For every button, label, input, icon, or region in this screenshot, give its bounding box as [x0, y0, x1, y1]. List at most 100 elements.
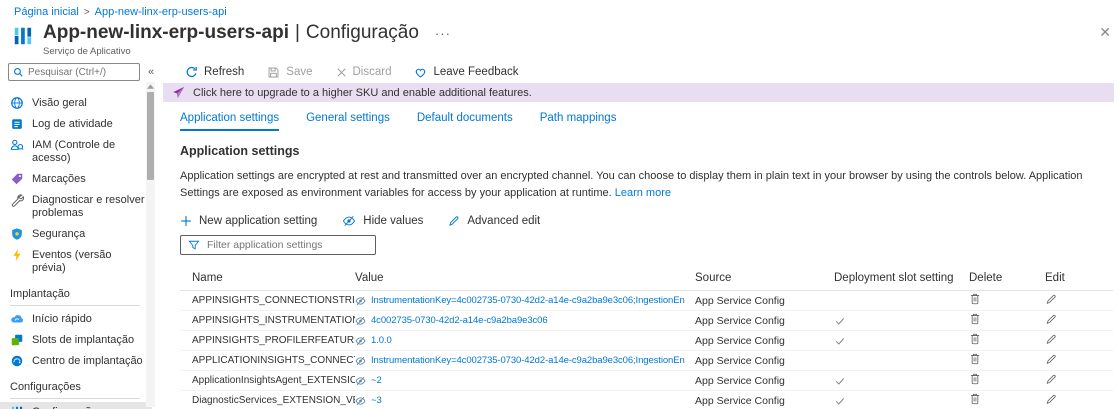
- sidebar-section-configuracoes: Configurações: [0, 372, 152, 396]
- breadcrumb-current[interactable]: App-new-linx-erp-users-api: [95, 6, 227, 18]
- hide-values-label: Hide values: [363, 215, 423, 227]
- refresh-label: Refresh: [204, 66, 244, 78]
- upgrade-banner[interactable]: Click here to upgrade to a higher SKU an…: [163, 83, 1114, 102]
- security-icon: [10, 227, 24, 241]
- table-row: DiagnosticServices_EXTENSION_VERSION ~3 …: [180, 391, 1113, 409]
- delete-icon[interactable]: [969, 292, 981, 305]
- slot-setting-cell: [828, 295, 963, 307]
- edit-icon[interactable]: [1045, 373, 1057, 385]
- sidebar-item-visao-geral[interactable]: Visão geral: [0, 93, 152, 114]
- setting-value[interactable]: ~2: [355, 375, 685, 386]
- filter-application-settings[interactable]: [180, 235, 376, 255]
- edit-icon[interactable]: [1045, 393, 1057, 405]
- delete-icon[interactable]: [969, 352, 981, 365]
- setting-source: App Service Config: [685, 375, 828, 387]
- value-eye-icon: [355, 316, 366, 326]
- access-control-icon: [10, 138, 24, 152]
- discard-button[interactable]: Discard: [336, 66, 392, 78]
- check-icon: [834, 335, 963, 347]
- command-bar: Refresh Save Discard Leave Feedback: [185, 63, 519, 81]
- learn-more-link[interactable]: Learn more: [615, 187, 671, 199]
- sidebar-item-diagnosticar[interactable]: Diagnosticar e resolver problemas: [0, 190, 152, 224]
- sidebar-search[interactable]: [8, 63, 140, 81]
- pencil-icon: [448, 215, 460, 227]
- section-heading: Application settings: [180, 144, 1119, 158]
- breadcrumb-home[interactable]: Página inicial: [14, 6, 79, 18]
- leave-feedback-button[interactable]: Leave Feedback: [414, 66, 518, 79]
- deployment-center-icon: [10, 354, 24, 368]
- configuration-icon: [10, 405, 24, 409]
- setting-value[interactable]: InstrumentationKey=4c002735-0730-42d2-a1…: [355, 295, 685, 306]
- setting-name: APPINSIGHTS_PROFILERFEATURE_VERSION: [180, 335, 355, 346]
- table-row: APPINSIGHTS_CONNECTIONSTRING Instrumenta…: [180, 291, 1113, 311]
- delete-icon[interactable]: [969, 332, 981, 345]
- delete-icon[interactable]: [969, 372, 981, 385]
- save-icon: [267, 66, 280, 79]
- app-service-icon: [12, 25, 34, 47]
- save-button[interactable]: Save: [267, 66, 312, 79]
- scrollbar-up-icon[interactable]: [147, 84, 154, 89]
- sidebar-item-slots-implantacao[interactable]: Slots de implantação: [0, 330, 152, 351]
- eye-slash-icon: [342, 215, 356, 227]
- column-header-source: Source: [685, 272, 828, 284]
- value-eye-icon: [355, 396, 366, 406]
- setting-value[interactable]: 1.0.0: [355, 335, 685, 346]
- scrollbar-thumb[interactable]: [147, 92, 154, 180]
- tab-general-settings[interactable]: General settings: [306, 112, 390, 131]
- divider: [10, 398, 140, 399]
- refresh-button[interactable]: Refresh: [185, 66, 244, 79]
- more-menu-button[interactable]: ···: [435, 26, 451, 41]
- edit-icon[interactable]: [1045, 333, 1057, 345]
- tab-default-documents[interactable]: Default documents: [417, 112, 513, 131]
- deployment-slots-icon: [10, 333, 24, 347]
- sidebar-item-label: Log de atividade: [32, 118, 113, 131]
- advanced-edit-button[interactable]: Advanced edit: [448, 215, 540, 227]
- edit-icon[interactable]: [1045, 313, 1057, 325]
- azure-portal-page: Página inicial > App-new-linx-erp-users-…: [0, 0, 1119, 409]
- delete-icon[interactable]: [969, 392, 981, 405]
- edit-icon[interactable]: [1045, 353, 1057, 365]
- setting-source: App Service Config: [685, 335, 828, 347]
- close-icon[interactable]: ✕: [1099, 25, 1111, 39]
- application-settings-table: Name Value Source Deployment slot settin…: [180, 265, 1113, 409]
- new-application-setting-button[interactable]: New application setting: [180, 215, 317, 227]
- sidebar-scrollbar[interactable]: [146, 82, 155, 407]
- title-separator: |: [295, 22, 300, 44]
- value-text: 1.0.0: [371, 335, 392, 346]
- delete-icon[interactable]: [969, 312, 981, 325]
- upgrade-banner-text: Click here to upgrade to a higher SKU an…: [193, 87, 532, 99]
- page-subtitle: Serviço de Aplicativo: [43, 46, 451, 57]
- search-input[interactable]: [28, 67, 135, 78]
- sidebar-item-inicio-rapido[interactable]: Início rápido: [0, 309, 152, 330]
- setting-value[interactable]: InstrumentationKey=4c002735-0730-42d2-a1…: [355, 355, 685, 366]
- sidebar-item-label: Início rápido: [32, 313, 92, 326]
- edit-icon[interactable]: [1045, 293, 1057, 305]
- value-text: 4c002735-0730-42d2-a14e-c9a2ba9e3c06: [371, 315, 548, 326]
- save-label: Save: [286, 66, 312, 78]
- sidebar-item-configuracao[interactable]: Configuração: [0, 402, 152, 409]
- setting-source: App Service Config: [685, 315, 828, 327]
- setting-value[interactable]: 4c002735-0730-42d2-a14e-c9a2ba9e3c06: [355, 315, 685, 326]
- slot-setting-cell: [828, 315, 963, 327]
- sidebar-item-iam[interactable]: IAM (Controle de acesso): [0, 135, 152, 169]
- tab-path-mappings[interactable]: Path mappings: [540, 112, 617, 131]
- value-text: InstrumentationKey=4c002735-0730-42d2-a1…: [371, 295, 685, 306]
- check-icon: [834, 375, 963, 387]
- value-eye-icon: [355, 376, 366, 386]
- sidebar-collapse-button[interactable]: «: [148, 66, 154, 78]
- tags-icon: [10, 172, 24, 186]
- sidebar-item-label: Visão geral: [32, 97, 87, 110]
- new-setting-label: New application setting: [199, 215, 317, 227]
- setting-name: DiagnosticServices_EXTENSION_VERSION: [180, 395, 355, 406]
- setting-value[interactable]: ~3: [355, 395, 685, 406]
- sidebar-item-log-atividade[interactable]: Log de atividade: [0, 114, 152, 135]
- sidebar-item-centro-implantacao[interactable]: Centro de implantação: [0, 351, 152, 372]
- sidebar-section-implantacao: Implantação: [0, 279, 152, 303]
- filter-input[interactable]: [207, 239, 368, 251]
- value-eye-icon: [355, 336, 366, 346]
- tab-application-settings[interactable]: Application settings: [180, 112, 279, 131]
- sidebar-item-seguranca[interactable]: Segurança: [0, 224, 152, 245]
- hide-values-button[interactable]: Hide values: [342, 215, 423, 227]
- sidebar-item-marcacoes[interactable]: Marcações: [0, 169, 152, 190]
- sidebar-item-eventos[interactable]: Eventos (versão prévia): [0, 245, 152, 279]
